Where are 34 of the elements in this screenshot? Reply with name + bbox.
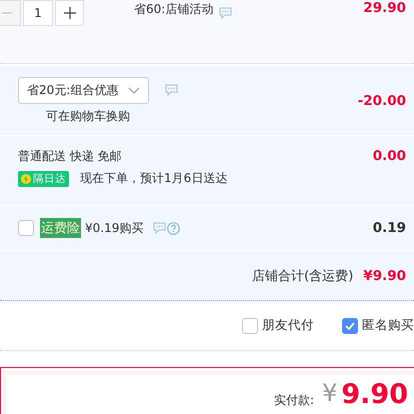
- currency-symbol: ¥: [322, 381, 338, 405]
- minus-icon: [2, 12, 12, 14]
- option-label: 匿名购买: [362, 317, 414, 334]
- quantity-field[interactable]: 1: [23, 0, 53, 26]
- payment-label: 实付款:: [274, 392, 314, 409]
- promo-text: 省60:店铺活动: [134, 0, 214, 18]
- discount-select[interactable]: 省20元:组合优惠: [18, 76, 149, 104]
- option-label: 朋友代付: [262, 317, 314, 334]
- delivery-fee: 0.00: [372, 148, 406, 164]
- insurance-offer: ¥0.19购买: [85, 220, 144, 236]
- chat-icon[interactable]: [165, 84, 178, 96]
- store-total-label: 店铺合计(含运费): [252, 268, 354, 284]
- lightning-icon: [21, 174, 31, 184]
- chevron-icon: [128, 86, 140, 94]
- item-price: 29.90: [363, 0, 406, 16]
- payment-amount: 9.90: [341, 381, 408, 408]
- insurance-price: 0.19: [372, 220, 406, 236]
- chat-icon[interactable]: [219, 7, 232, 19]
- check-icon: [345, 322, 355, 330]
- discount-amount: -20.00: [358, 92, 406, 108]
- store-total-amount: ¥9.90: [363, 268, 406, 284]
- minus-button[interactable]: [0, 0, 21, 26]
- delivery-estimate: 现在下单，预计1月6日送达: [80, 170, 228, 187]
- checkbox[interactable]: [242, 318, 258, 334]
- plus-button[interactable]: [55, 0, 84, 26]
- checkbox[interactable]: [18, 220, 34, 236]
- help-icon[interactable]: [167, 222, 180, 234]
- insurance-label: 运费险: [40, 218, 81, 238]
- delivery-method: 普通配送 快递 免邮: [18, 148, 123, 165]
- exchange-note: 可在购物车换购: [46, 108, 130, 124]
- chat-icon[interactable]: [153, 222, 166, 234]
- checkbox[interactable]: [342, 318, 358, 334]
- plus-icon: [64, 7, 76, 19]
- delivery-badge: 隔日达: [18, 170, 69, 186]
